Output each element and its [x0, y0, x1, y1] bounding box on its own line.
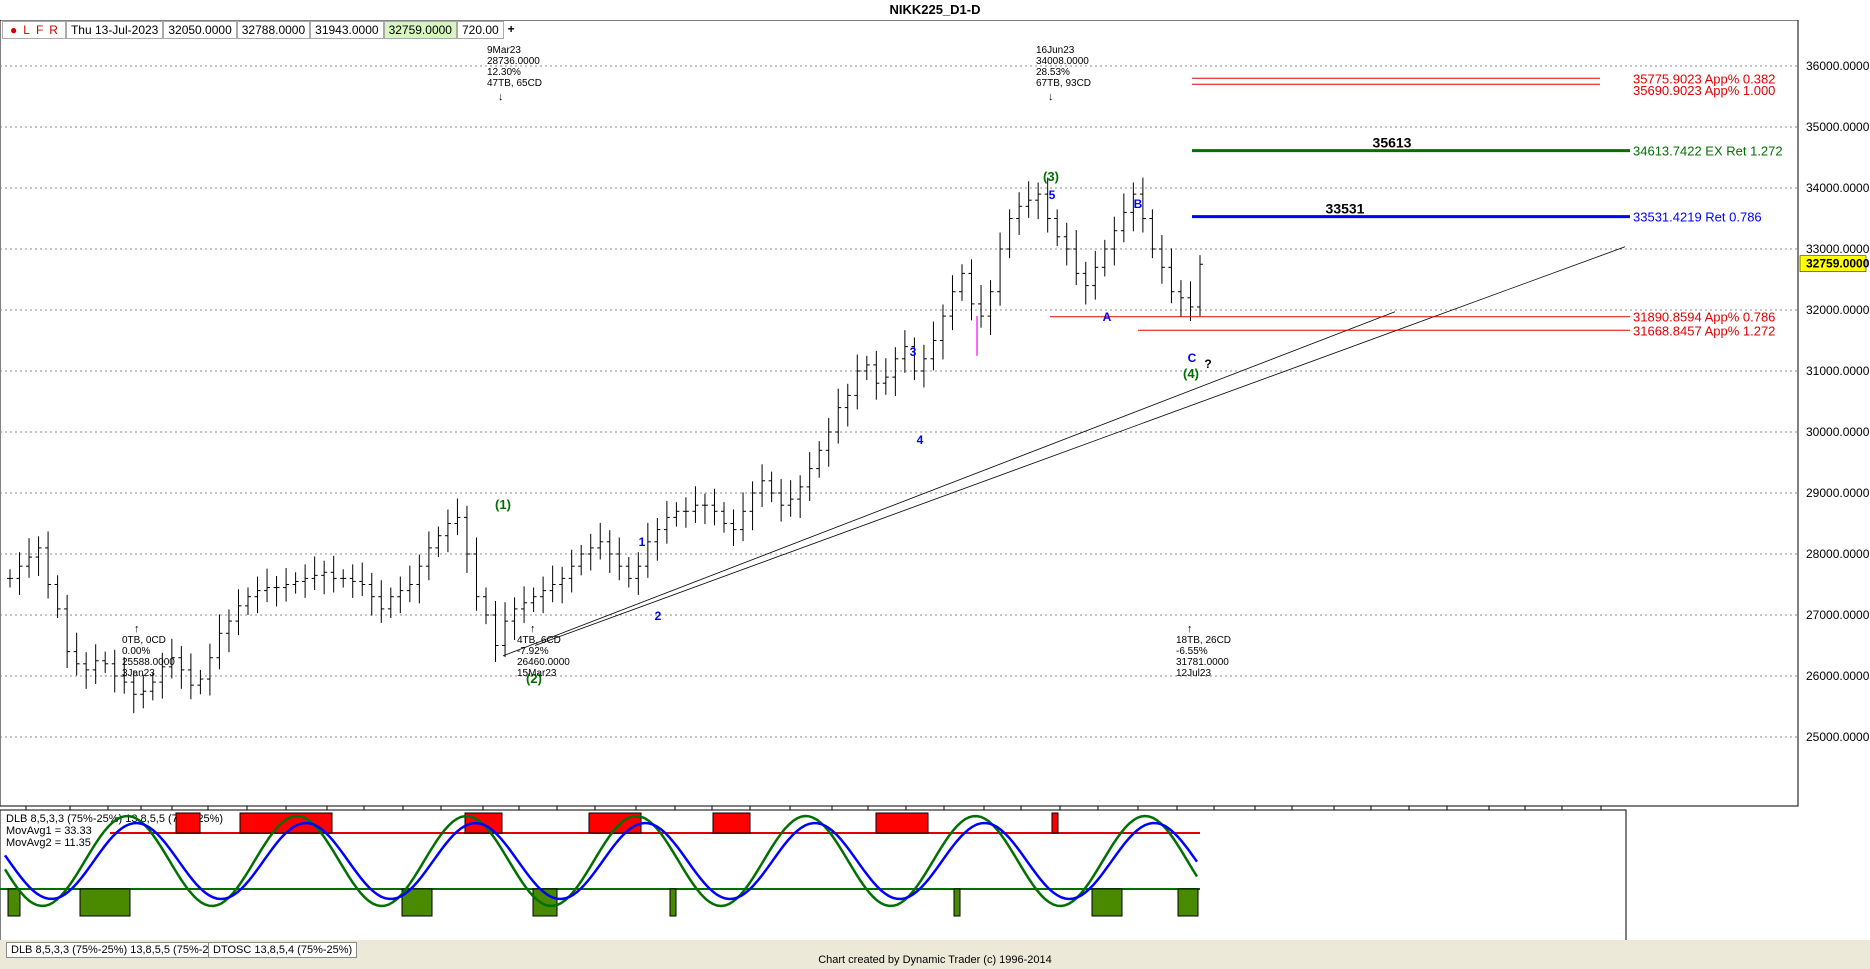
pivot-arrow: ↑ — [530, 623, 536, 635]
pivot-arrow: ↑ — [134, 623, 140, 635]
price-axis-label: 36000.0000 — [1806, 59, 1870, 73]
wave-label: 1 — [639, 535, 646, 549]
app-window: NIKK225_D1-D 36000.0000 35000.0000 34000.0… — [0, 0, 1870, 969]
level-label: 31668.8457 App% 1.272 — [1633, 323, 1775, 338]
pivot-low-mar: 26460.0000 — [517, 657, 570, 668]
wave-label: ? — [1204, 357, 1211, 371]
pivot-high-jun: 16Jun23 — [1036, 45, 1075, 56]
bar-close: 32759.0000 — [383, 21, 457, 39]
wave-label: (4) — [1183, 366, 1199, 381]
pivot-low-mar: -7.92% — [517, 646, 549, 657]
pivot-high-mar: 9Mar23 — [487, 45, 521, 56]
osc-overbought-block — [712, 812, 751, 834]
osc-overbought-block — [875, 812, 929, 834]
pivot-high-jun: 34008.0000 — [1036, 56, 1089, 67]
wave-label: 5 — [1049, 188, 1056, 202]
pivot-low-jul: 18TB, 26CD — [1176, 635, 1231, 646]
price-chart[interactable]: 36000.0000 35000.0000 34000.0000 33000.0000… — [0, 19, 1870, 945]
pivot-low-jan: 25588.0000 — [122, 657, 175, 668]
price-axis-label: 31000.0000 — [1806, 364, 1870, 378]
wave-label: C — [1188, 351, 1197, 365]
price-axis-label: 34000.0000 — [1806, 181, 1870, 195]
l-button[interactable]: L — [20, 22, 33, 38]
wave-label: (1) — [495, 497, 511, 512]
lfr-toolbar[interactable]: ● L F R — [2, 21, 66, 39]
price-axis-label: 35000.0000 — [1806, 120, 1870, 134]
pivot-high-jun: 28.53% — [1036, 67, 1070, 78]
level-box-label: 35613 — [1373, 135, 1412, 151]
bar-open: 32050.0000 — [163, 21, 237, 39]
pivot-low-jan: 0TB, 0CD — [122, 635, 166, 646]
window-title: NIKK225_D1-D — [0, 0, 1870, 21]
osc-oversold-block — [79, 888, 131, 917]
pivot-low-jan: 3Jan23 — [122, 668, 155, 679]
osc-mov2: MovAvg2 = 11.35 — [6, 837, 91, 849]
osc-overbought-block — [175, 812, 201, 834]
osc-oversold-block — [953, 888, 961, 917]
channel-line-upper — [502, 311, 1396, 657]
osc-mov1: MovAvg1 = 33.33 — [6, 825, 92, 837]
bar-range: 720.00 — [456, 21, 504, 39]
pivot-arrow: ↓ — [1048, 91, 1054, 103]
current-price-label: 32759.0000 — [1806, 257, 1870, 271]
osc-oversold-block — [669, 888, 677, 917]
osc-oversold-block — [7, 888, 21, 917]
price-axis-label: 27000.0000 — [1806, 608, 1870, 622]
dot-icon: ● — [7, 22, 21, 38]
wave-label: 4 — [917, 433, 924, 447]
r-button[interactable]: R — [46, 22, 61, 38]
level-label: 35690.9023 App% 1.000 — [1633, 83, 1775, 98]
f-button[interactable]: F — [32, 22, 47, 38]
price-axis-label: 33000.0000 — [1806, 242, 1870, 256]
pivot-low-jul: -6.55% — [1176, 646, 1208, 657]
channel-line-lower — [534, 246, 1626, 646]
wave-label: 3 — [910, 345, 917, 359]
plus-button[interactable]: + — [503, 21, 519, 39]
price-axis-label: 30000.0000 — [1806, 425, 1870, 439]
price-axis-label: 28000.0000 — [1806, 547, 1870, 561]
pivot-arrow: ↓ — [498, 91, 504, 103]
pivot-high-mar: 47TB, 65CD — [487, 78, 542, 89]
pivot-low-jul: 12Jul23 — [1176, 668, 1211, 679]
pivot-high-jun: 67TB, 93CD — [1036, 78, 1091, 89]
price-axis-label: 29000.0000 — [1806, 486, 1870, 500]
bar-date: Thu 13-Jul-2023 — [65, 21, 164, 39]
price-axis-label: 32000.0000 — [1806, 303, 1870, 317]
price-axis-label: 25000.0000 — [1806, 730, 1870, 744]
pivot-high-mar: 12.30% — [487, 67, 521, 78]
bar-high: 32788.0000 — [236, 21, 311, 39]
level-label: 34613.7422 EX Ret 1.272 — [1633, 144, 1783, 159]
pivot-low-jul: 31781.0000 — [1176, 657, 1229, 668]
price-axis-label: 26000.0000 — [1806, 669, 1870, 683]
pivot-low-jan: 0.00% — [122, 646, 150, 657]
wave-label: A — [1103, 310, 1112, 324]
bar-info-strip: ● L F R Thu 13-Jul-2023 32050.0000 32788.00… — [2, 21, 519, 39]
pivot-low-mar: 15Mar23 — [517, 668, 557, 679]
wave-label: 2 — [655, 609, 662, 623]
osc-oversold-block — [1177, 888, 1199, 917]
wave-label: (3) — [1043, 169, 1059, 184]
pivot-low-mar: 4TB, 6CD — [517, 635, 561, 646]
level-box-label: 33531 — [1326, 201, 1365, 217]
credit-text: Chart created by Dynamic Trader (c) 1996… — [818, 954, 1052, 966]
osc-overbought-block — [1051, 812, 1059, 834]
wave-label: B — [1134, 197, 1143, 211]
chart-area[interactable]: 36000.0000 35000.0000 34000.0000 33000.0000… — [0, 19, 1870, 945]
level-label: 33531.4219 Ret 0.786 — [1633, 210, 1762, 225]
osc-oversold-block — [1091, 888, 1123, 917]
bar-low: 31943.0000 — [310, 21, 384, 39]
price-pane-border — [0, 19, 1799, 807]
pivot-arrow: ↑ — [1187, 623, 1193, 635]
pivot-high-mar: 28736.0000 — [487, 56, 540, 67]
